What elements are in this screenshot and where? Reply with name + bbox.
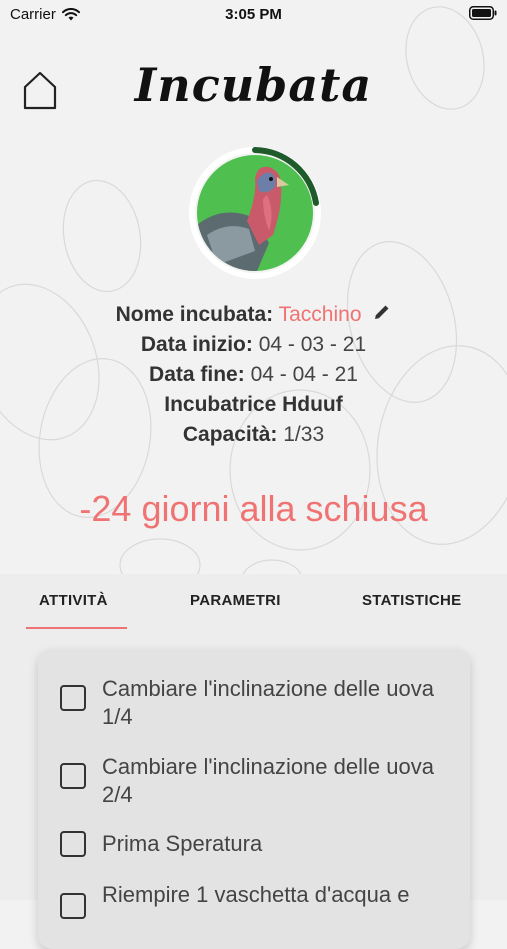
capacity-label: Capacità: xyxy=(182,423,278,446)
task-checkbox[interactable] xyxy=(60,893,86,919)
status-bar: Carrier 3:05 PM xyxy=(0,0,507,30)
task-checkbox[interactable] xyxy=(60,763,86,789)
pencil-icon[interactable] xyxy=(373,300,391,330)
task-checkbox[interactable] xyxy=(60,831,86,857)
capacity-row: Capacità: 1/33 xyxy=(0,420,507,450)
task-label: Riempire 1 vaschetta d'acqua e xyxy=(102,882,410,907)
progress-ring xyxy=(189,147,321,279)
incubation-avatar xyxy=(185,143,325,283)
task-label: Prima Speratura xyxy=(102,831,263,856)
capacity-value: 1/33 xyxy=(283,423,325,446)
end-date-label: Data fine: xyxy=(149,363,245,386)
tab-bar: ATTIVITÀ PARAMETRI STATISTICHE xyxy=(0,574,507,634)
active-tab-indicator xyxy=(26,627,127,629)
tab-statistiche[interactable]: STATISTICHE xyxy=(362,592,461,609)
name-label: Nome incubata: xyxy=(115,303,274,326)
app-title: Incubata xyxy=(134,58,373,112)
incubator-row: Incubatrice Hduuf xyxy=(0,390,507,420)
end-date-value: 04 - 04 - 21 xyxy=(250,363,358,386)
start-date-row: Data inizio: 04 - 03 - 21 xyxy=(0,330,507,360)
tabs-panel: ATTIVITÀ PARAMETRI STATISTICHE Cambiare … xyxy=(0,574,507,949)
incubation-info: Nome incubata: Tacchino Data inizio: 04 … xyxy=(0,300,507,450)
task-checkbox[interactable] xyxy=(60,685,86,711)
name-value: Tacchino xyxy=(278,303,362,326)
hatch-countdown: -24 giorni alla schiusa xyxy=(79,488,428,529)
name-row: Nome incubata: Tacchino xyxy=(0,300,507,330)
task-list-card: Cambiare l'inclinazione delle uova 1/4 C… xyxy=(38,649,470,949)
tab-attivita[interactable]: ATTIVITÀ xyxy=(39,592,108,609)
start-date-label: Data inizio: xyxy=(140,333,253,356)
task-label: Cambiare l'inclinazione delle uova 1/4 xyxy=(102,676,434,729)
battery-icon xyxy=(469,6,497,24)
end-date-row: Data fine: 04 - 04 - 21 xyxy=(0,360,507,390)
tab-parametri[interactable]: PARAMETRI xyxy=(190,592,281,609)
start-date-value: 04 - 03 - 21 xyxy=(258,333,367,356)
incubator-name: Incubatrice Hduuf xyxy=(164,393,343,416)
status-time: 3:05 PM xyxy=(225,6,282,23)
task-label: Cambiare l'inclinazione delle uova 2/4 xyxy=(102,754,434,807)
